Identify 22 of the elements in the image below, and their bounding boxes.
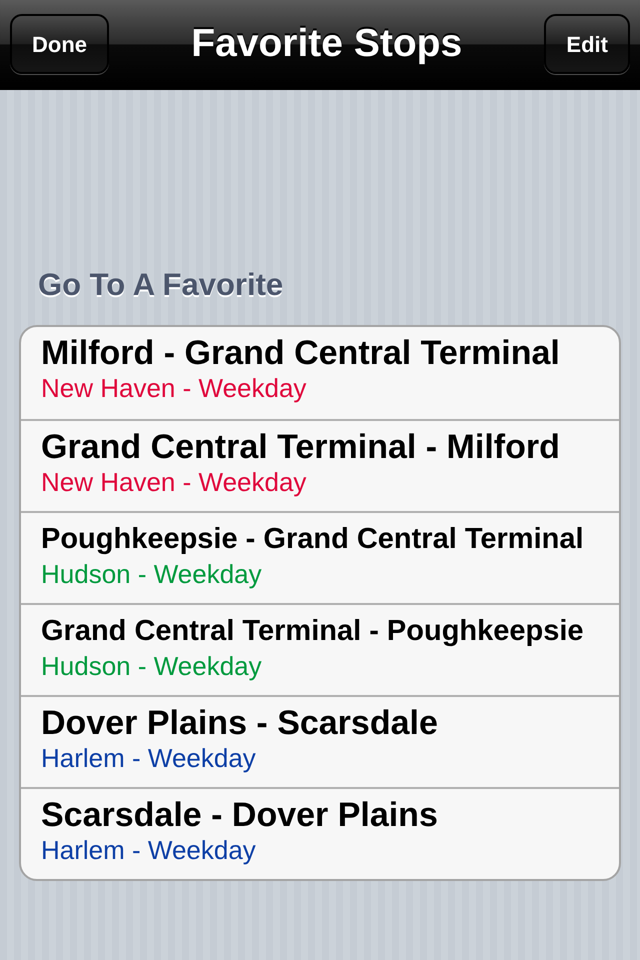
route-title: Grand Central Terminal - Milford — [41, 426, 560, 468]
route-title: Grand Central Terminal - Poughkeepsie — [41, 614, 584, 648]
favorite-row[interactable]: Poughkeepsie - Grand Central Terminal Hudson - Weekday — [21, 510, 619, 602]
route-title: Scarsdale - Dover Plains — [41, 794, 438, 836]
favorite-row[interactable]: Scarsdale - Dover Plains Harlem - Weekday — [21, 786, 619, 878]
route-title: Poughkeepsie - Grand Central Terminal — [41, 522, 584, 556]
route-title: Dover Plains - Scarsdale — [41, 702, 438, 744]
edit-button[interactable]: Edit — [544, 14, 630, 74]
line-label: Harlem - Weekday — [41, 743, 257, 774]
line-label: Hudson - Weekday — [41, 651, 263, 682]
done-button[interactable]: Done — [10, 14, 109, 74]
line-label: New Haven - Weekday — [41, 467, 308, 498]
favorite-row[interactable]: Milford - Grand Central Terminal New Haven - Weekday — [21, 326, 619, 418]
favorite-row[interactable]: Grand Central Terminal - Milford New Haven - Weekday — [21, 418, 619, 510]
favorite-row[interactable]: Grand Central Terminal - Poughkeepsie Hudson - Weekday — [21, 602, 619, 694]
line-label: New Haven - Weekday — [41, 373, 308, 404]
section-header: Go To A Favorite — [38, 266, 284, 304]
route-title: Milford - Grand Central Terminal — [41, 332, 560, 374]
favorite-row[interactable]: Dover Plains - Scarsdale Harlem - Weekday — [21, 694, 619, 786]
line-label: Harlem - Weekday — [41, 835, 257, 866]
nav-title: Favorite Stops — [191, 20, 462, 67]
line-label: Hudson - Weekday — [41, 559, 263, 590]
